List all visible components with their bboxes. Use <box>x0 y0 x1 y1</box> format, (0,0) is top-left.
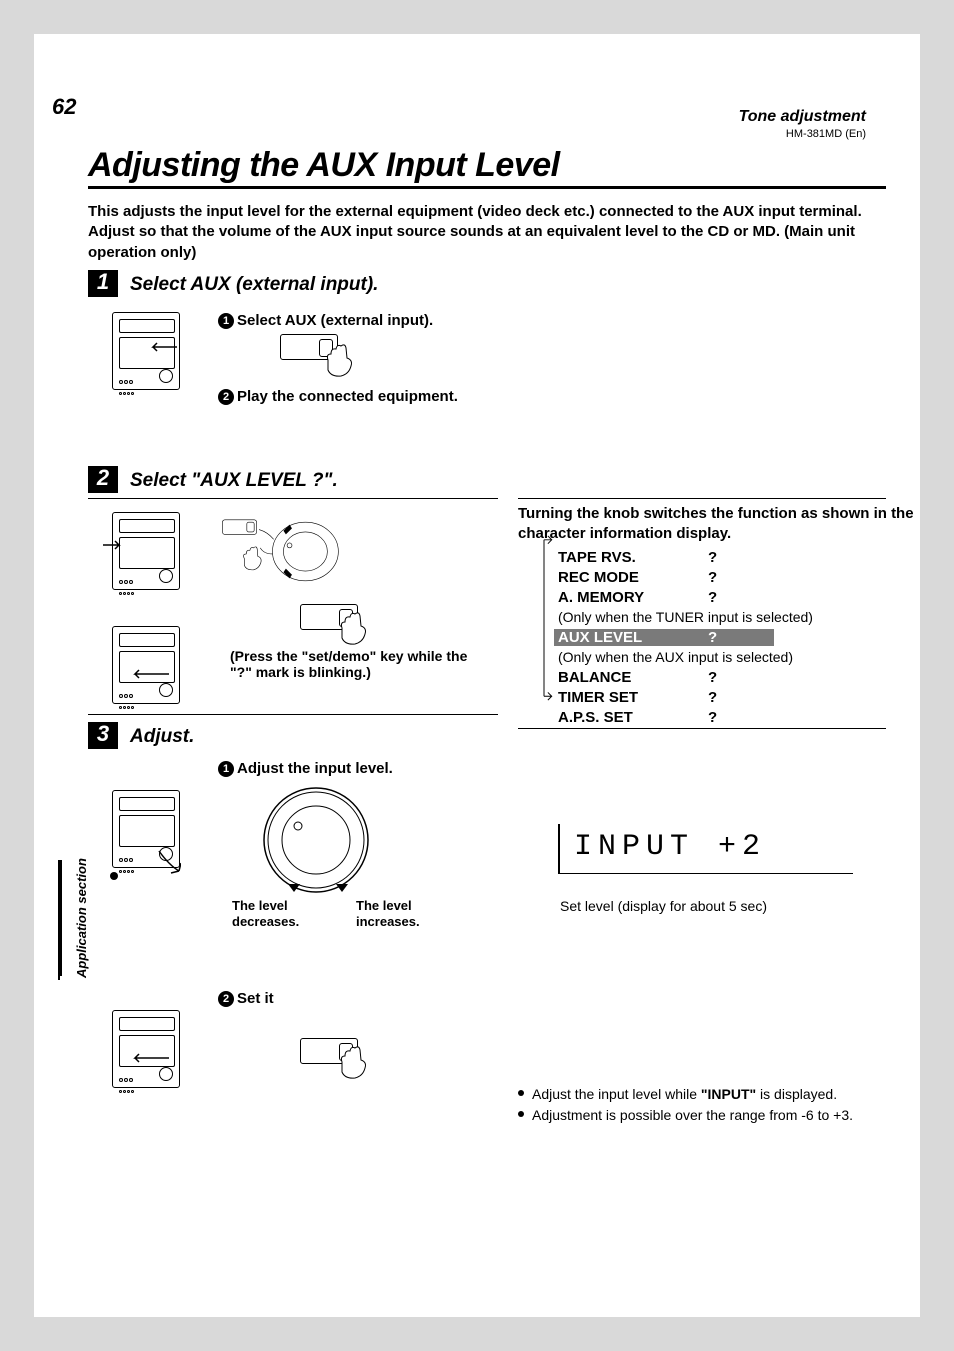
knob-illustration <box>220 512 342 602</box>
level-decrease-label: The level decreases. <box>232 898 322 929</box>
intro-paragraph: This adjusts the input level for the ext… <box>88 202 886 263</box>
func-note: (Only when the TUNER input is selected) <box>558 607 920 627</box>
level-increase-label: The level increases. <box>356 898 446 929</box>
note-text-bold: "INPUT" <box>701 1086 756 1102</box>
func-row-highlight: AUX LEVEL? <box>558 627 920 647</box>
notes-list: Adjust the input level while "INPUT" is … <box>518 1084 918 1126</box>
func-q: ? <box>708 549 738 566</box>
step-1-title: Select AUX (external input). <box>130 274 378 296</box>
note-text: is displayed. <box>756 1086 837 1102</box>
num-circle-icon: 2 <box>218 389 234 405</box>
func-row: BALANCE? <box>558 667 920 687</box>
dial-illustration <box>256 786 376 906</box>
func-note-text: (Only when the AUX input is selected) <box>558 649 793 665</box>
section-tab-label: Application section <box>74 858 89 978</box>
tone-header: Tone adjustment <box>739 108 866 126</box>
page-number: 62 <box>52 94 76 120</box>
note-item: Adjustment is possible over the range fr… <box>518 1105 918 1126</box>
section-tab-line <box>58 860 60 980</box>
func-note: (Only when the AUX input is selected) <box>558 647 920 667</box>
note-item: Adjust the input level while "INPUT" is … <box>518 1084 918 1105</box>
step-2-note: (Press the "set/demo" key while the "?" … <box>230 648 490 680</box>
device-illustration <box>112 626 180 704</box>
title-rule <box>88 186 886 189</box>
func-name: TAPE RVS. <box>558 549 708 566</box>
step-2-rule <box>88 498 498 499</box>
step-1-sub-1-text: Select AUX (external input). <box>237 312 433 329</box>
hand-icon <box>334 1044 374 1080</box>
lcd-display: INPUT +2 <box>558 824 853 892</box>
num-circle-icon: 1 <box>218 761 234 777</box>
func-rule-top <box>518 498 886 499</box>
step-3-sub-1-text: Adjust the input level. <box>237 760 393 777</box>
page: 62 Tone adjustment HM-381MD (En) Adjusti… <box>34 34 920 1317</box>
function-list-heading: Turning the knob switches the function a… <box>518 504 920 543</box>
triangle-down-icon <box>288 884 300 892</box>
step-3-badge: 3 <box>88 722 118 749</box>
func-q: ? <box>708 689 738 706</box>
func-row: A.P.S. SET? <box>558 707 920 727</box>
func-name: A.P.S. SET <box>558 709 708 726</box>
func-name: TIMER SET <box>558 689 708 706</box>
func-name: A. MEMORY <box>558 589 708 606</box>
func-name: REC MODE <box>558 569 708 586</box>
display-text: INPUT +2 <box>574 830 766 864</box>
flow-arrows-icon <box>532 534 556 704</box>
step-2-title: Select "AUX LEVEL ?". <box>130 470 338 492</box>
display-caption: Set level (display for about 5 sec) <box>560 898 767 914</box>
func-row: TIMER SET? <box>558 687 920 707</box>
triangle-down-icon <box>336 884 348 892</box>
hand-icon <box>334 610 374 646</box>
device-illustration <box>112 512 180 590</box>
function-table: TAPE RVS.? REC MODE? A. MEMORY? (Only wh… <box>558 547 920 727</box>
dot-icon <box>110 872 118 880</box>
step-1-sub-2: 2Play the connected equipment. <box>218 388 458 406</box>
func-q: ? <box>708 569 738 586</box>
device-illustration <box>112 312 180 390</box>
step-1-sub-1: 1Select AUX (external input). <box>218 312 433 330</box>
step-2-badge: 2 <box>88 466 118 493</box>
num-circle-icon: 1 <box>218 313 234 329</box>
func-q: ? <box>708 589 738 606</box>
note-text: Adjust the input level while <box>532 1086 701 1102</box>
step-3-title: Adjust. <box>130 726 194 748</box>
step-1-badge: 1 <box>88 270 118 297</box>
col-divider <box>502 468 503 1128</box>
device-illustration <box>112 790 180 868</box>
func-row: A. MEMORY? <box>558 587 920 607</box>
step-3-rule <box>88 714 498 715</box>
func-row: REC MODE? <box>558 567 920 587</box>
function-list: Turning the knob switches the function a… <box>518 504 920 727</box>
func-name: AUX LEVEL <box>558 629 708 646</box>
func-q: ? <box>708 709 738 726</box>
func-q: ? <box>708 669 738 686</box>
step-3-sub-2-text: Set it <box>237 990 274 1007</box>
hand-icon <box>320 342 360 378</box>
num-circle-icon: 2 <box>218 991 234 1007</box>
model-code: HM-381MD (En) <box>786 128 866 140</box>
func-q: ? <box>708 629 738 646</box>
func-note-text: (Only when the TUNER input is selected) <box>558 609 813 625</box>
func-name: BALANCE <box>558 669 708 686</box>
step-3-sub-2: 2Set it <box>218 990 274 1008</box>
step-1-sub-2-text: Play the connected equipment. <box>237 388 458 405</box>
step-3-sub-1: 1Adjust the input level. <box>218 760 393 778</box>
func-row: TAPE RVS.? <box>558 547 920 567</box>
device-illustration <box>112 1010 180 1088</box>
page-title: Adjusting the AUX Input Level <box>88 146 560 185</box>
func-rule-bottom <box>518 728 886 729</box>
